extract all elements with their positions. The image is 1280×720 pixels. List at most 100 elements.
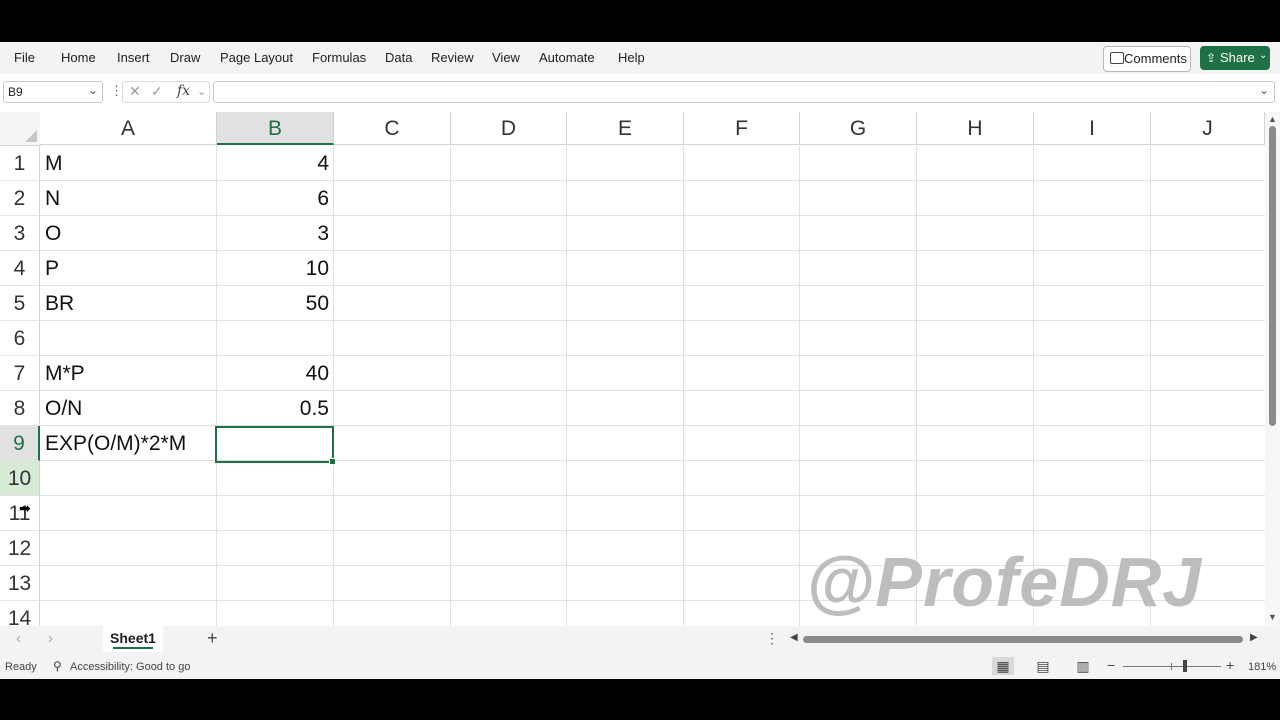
cell-a2[interactable]: N bbox=[45, 181, 60, 216]
add-sheet-icon[interactable]: + bbox=[207, 628, 218, 649]
spreadsheet-grid[interactable]: A B C D E F G H I J 1 2 3 4 5 6 7 8 9 10… bbox=[0, 112, 1265, 626]
row-header-10[interactable]: 10 bbox=[0, 461, 40, 496]
watermark: @ProfeDRJ bbox=[806, 543, 1203, 621]
row-header-3[interactable]: 3 bbox=[0, 216, 40, 251]
enter-check-icon[interactable]: ✓ bbox=[151, 83, 163, 100]
vertical-scrollbar[interactable]: ▲ ▼ bbox=[1265, 112, 1280, 626]
cell-a9[interactable]: EXP(O/M)*2*M bbox=[45, 426, 186, 461]
fill-handle[interactable] bbox=[329, 458, 336, 465]
column-header-c[interactable]: C bbox=[334, 112, 451, 145]
tab-insert[interactable]: Insert bbox=[117, 50, 150, 65]
formula-controls: ✕ ✓ fx ⌄ bbox=[122, 81, 210, 103]
cell-a3[interactable]: O bbox=[45, 216, 61, 251]
tab-automate[interactable]: Automate bbox=[539, 50, 595, 65]
accessibility-icon[interactable]: ⚲ bbox=[53, 659, 62, 673]
zoom-out-icon[interactable]: − bbox=[1107, 657, 1115, 673]
column-header-a[interactable]: A bbox=[40, 112, 217, 145]
chevron-down-icon[interactable]: ⌄ bbox=[1259, 50, 1267, 61]
row-header-12[interactable]: 12 bbox=[0, 531, 40, 566]
formula-input[interactable]: ⌄ bbox=[213, 81, 1275, 103]
column-header-h[interactable]: H bbox=[917, 112, 1034, 145]
tab-draw[interactable]: Draw bbox=[170, 50, 200, 65]
cell-a4[interactable]: P bbox=[45, 251, 59, 286]
zoom-100-tick bbox=[1171, 663, 1172, 670]
row-header-6[interactable]: 6 bbox=[0, 321, 40, 356]
scroll-down-icon[interactable]: ▼ bbox=[1268, 612, 1277, 622]
page-layout-view-icon[interactable]: ▤ bbox=[1032, 657, 1054, 675]
row-header-9[interactable]: 9 bbox=[0, 426, 40, 461]
select-all-button[interactable] bbox=[0, 112, 41, 146]
cell-b1[interactable]: 4 bbox=[216, 146, 329, 181]
grid-line bbox=[450, 146, 451, 626]
cell-a8[interactable]: O/N bbox=[45, 391, 82, 426]
zoom-slider-knob[interactable] bbox=[1183, 660, 1187, 672]
cell-b5[interactable]: 50 bbox=[216, 286, 329, 321]
row-header-7[interactable]: 7 bbox=[0, 356, 40, 391]
cell-b8[interactable]: 0.5 bbox=[216, 391, 329, 426]
row-header-4[interactable]: 4 bbox=[0, 251, 40, 286]
grid-line bbox=[333, 146, 334, 626]
tab-data[interactable]: Data bbox=[385, 50, 412, 65]
cell-b4[interactable]: 10 bbox=[216, 251, 329, 286]
column-header-e[interactable]: E bbox=[567, 112, 684, 145]
previous-sheet-icon[interactable]: ‹ bbox=[16, 630, 21, 647]
cell-a5[interactable]: BR bbox=[45, 286, 74, 321]
column-header-f[interactable]: F bbox=[684, 112, 800, 145]
tab-file[interactable]: File bbox=[14, 50, 35, 65]
column-header-i[interactable]: I bbox=[1034, 112, 1151, 145]
grid-line bbox=[40, 495, 1265, 496]
grid-line bbox=[799, 146, 800, 626]
cancel-icon[interactable]: ✕ bbox=[129, 83, 141, 100]
cell-b7[interactable]: 40 bbox=[216, 356, 329, 391]
accessibility-status[interactable]: Accessibility: Good to go bbox=[70, 661, 190, 673]
tab-help[interactable]: Help bbox=[618, 50, 645, 65]
scroll-up-icon[interactable]: ▲ bbox=[1268, 114, 1277, 124]
chevron-down-icon[interactable]: ⌄ bbox=[88, 83, 98, 97]
share-button[interactable]: ⇪ Share ⌄ bbox=[1200, 46, 1270, 70]
active-cell-b9[interactable] bbox=[215, 426, 336, 465]
cell-b3[interactable]: 3 bbox=[216, 216, 329, 251]
column-header-b[interactable]: B bbox=[217, 112, 334, 145]
page-break-preview-icon[interactable]: ▥ bbox=[1072, 657, 1094, 675]
comment-icon bbox=[1110, 52, 1124, 64]
tab-review[interactable]: Review bbox=[431, 50, 474, 65]
sheet-tab-sheet1[interactable]: Sheet1 bbox=[103, 626, 163, 652]
tab-page-layout[interactable]: Page Layout bbox=[220, 50, 293, 65]
column-header-j[interactable]: J bbox=[1151, 112, 1265, 145]
row-header-5[interactable]: 5 bbox=[0, 286, 40, 321]
cell-a7[interactable]: M*P bbox=[45, 356, 85, 391]
vertical-scroll-thumb[interactable] bbox=[1269, 126, 1276, 426]
cell-b2[interactable]: 6 bbox=[216, 181, 329, 216]
column-header-d[interactable]: D bbox=[451, 112, 567, 145]
active-sheet-indicator bbox=[113, 647, 153, 649]
chevron-down-icon[interactable]: ⌄ bbox=[197, 85, 206, 98]
name-box[interactable]: B9 ⌄ bbox=[3, 81, 103, 103]
tab-home[interactable]: Home bbox=[61, 50, 96, 65]
column-header-g[interactable]: G bbox=[800, 112, 917, 145]
zoom-in-icon[interactable]: + bbox=[1226, 657, 1234, 673]
insert-function-icon[interactable]: fx bbox=[177, 83, 190, 99]
formula-bar: B9 ⌄ ⋮ ✕ ✓ fx ⌄ ⌄ bbox=[0, 79, 1280, 105]
row-header-8[interactable]: 8 bbox=[0, 391, 40, 426]
row-header-13[interactable]: 13 bbox=[0, 566, 40, 601]
cell-a1[interactable]: M bbox=[45, 146, 63, 181]
row-header-2[interactable]: 2 bbox=[0, 181, 40, 216]
more-options-icon[interactable]: ⋮ bbox=[765, 630, 779, 647]
pointer-cursor-icon: ➡ bbox=[19, 500, 31, 516]
row-header-1[interactable]: 1 bbox=[0, 146, 40, 181]
excel-window: File Home Insert Draw Page Layout Formul… bbox=[0, 42, 1280, 679]
scroll-left-icon[interactable]: ◀ bbox=[790, 632, 798, 643]
zoom-slider[interactable] bbox=[1123, 666, 1221, 667]
sheet-tab-bar: ‹ › Sheet1 + ⋮ ◀ ▶ bbox=[0, 626, 1280, 654]
next-sheet-icon[interactable]: › bbox=[48, 630, 53, 647]
tab-view[interactable]: View bbox=[492, 50, 520, 65]
tab-formulas[interactable]: Formulas bbox=[312, 50, 366, 65]
comments-button[interactable]: Comments bbox=[1103, 46, 1191, 72]
expand-formula-bar-icon[interactable]: ⌄ bbox=[1259, 83, 1269, 97]
horizontal-scroll-thumb[interactable] bbox=[803, 636, 1243, 643]
row-header-14[interactable]: 14 bbox=[0, 601, 40, 626]
normal-view-icon[interactable]: ▦ bbox=[992, 657, 1014, 675]
name-box-value: B9 bbox=[8, 85, 23, 99]
scroll-right-icon[interactable]: ▶ bbox=[1250, 632, 1258, 643]
zoom-level[interactable]: 181% bbox=[1248, 661, 1276, 673]
